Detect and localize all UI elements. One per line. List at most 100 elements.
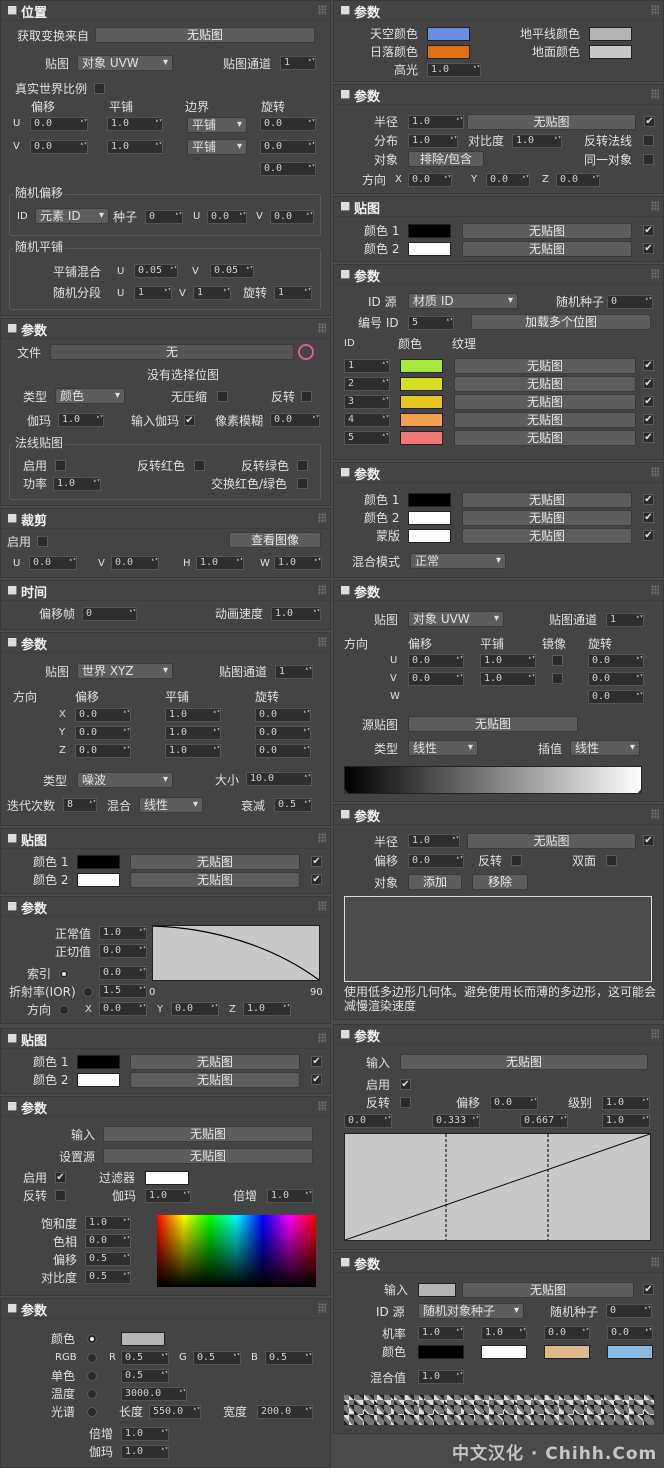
- ramp-flag-start-icon[interactable]: [344, 788, 349, 794]
- color-2-map-button[interactable]: 无贴图: [130, 1072, 300, 1088]
- mask-map-checkbox[interactable]: ✔: [643, 530, 654, 541]
- drag-grip-icon[interactable]: [651, 1257, 659, 1267]
- interpolation-dropdown[interactable]: 线性: [570, 740, 640, 756]
- double-sided-checkbox[interactable]: [606, 855, 617, 866]
- color-2-map-button[interactable]: 无贴图: [462, 510, 632, 526]
- segment-v-spinner[interactable]: 1: [193, 286, 231, 300]
- invert-checkbox[interactable]: [400, 1097, 411, 1108]
- tile-blend-v-spinner[interactable]: 0.05: [210, 264, 254, 278]
- z-rotation-spinner[interactable]: 0.0: [255, 744, 311, 758]
- spectrum-radio[interactable]: [87, 1407, 97, 1417]
- u-mirror-checkbox[interactable]: [552, 655, 563, 666]
- add-object-button[interactable]: 添加: [408, 874, 462, 890]
- radius-map-checkbox[interactable]: ✔: [643, 835, 654, 846]
- color-2-map-checkbox[interactable]: ✔: [643, 243, 654, 254]
- source-map-button[interactable]: 无贴图: [103, 1148, 313, 1164]
- file-path-button[interactable]: 无: [50, 344, 294, 360]
- highlight-spinner[interactable]: 1.0: [427, 63, 481, 77]
- flip-normals-checkbox[interactable]: [643, 135, 654, 146]
- g-spinner[interactable]: 0.5: [193, 1351, 241, 1365]
- z-offset-spinner[interactable]: 0.0: [75, 744, 131, 758]
- random-seed-spinner[interactable]: 0: [606, 1304, 652, 1318]
- input-map-button[interactable]: 无贴图: [400, 1054, 648, 1070]
- panel-header[interactable]: ■ 参数: [1, 319, 330, 339]
- color-1-map-checkbox[interactable]: ✔: [311, 1056, 322, 1067]
- offset-spinner[interactable]: 0.0: [408, 854, 464, 868]
- drag-grip-icon[interactable]: [651, 5, 659, 15]
- invert-checkbox[interactable]: [511, 855, 522, 866]
- id-spinner[interactable]: 3: [344, 395, 390, 409]
- drag-grip-icon[interactable]: [318, 585, 326, 595]
- flip-green-checkbox[interactable]: [297, 460, 308, 471]
- exclude-include-button[interactable]: 排除/包含: [408, 151, 484, 167]
- v-tile-spinner[interactable]: 1.0: [480, 672, 536, 686]
- no-compression-checkbox[interactable]: [217, 391, 228, 402]
- panel-header[interactable]: ■ 裁剪: [1, 509, 330, 529]
- remove-object-button[interactable]: 移除: [472, 874, 528, 890]
- panel-header[interactable]: ■ 参数: [334, 463, 663, 483]
- type-dropdown[interactable]: 颜色: [55, 388, 125, 404]
- index-spinner[interactable]: 0.0: [99, 966, 147, 980]
- id-source-dropdown[interactable]: 随机对象种子: [418, 1303, 524, 1319]
- ior-spinner[interactable]: 1.5: [99, 984, 147, 998]
- color-2-swatch[interactable]: [408, 242, 451, 256]
- u-offset-spinner[interactable]: 0.0: [408, 654, 464, 668]
- hue-spinner[interactable]: 0.0: [85, 1234, 131, 1248]
- drag-grip-icon[interactable]: [318, 1101, 326, 1111]
- anim-speed-spinner[interactable]: 1.0: [271, 607, 321, 621]
- invert-checkbox[interactable]: [55, 1190, 66, 1201]
- input-gamma-checkbox[interactable]: ✔: [184, 415, 195, 426]
- random-v-spinner[interactable]: 0.0: [270, 210, 314, 224]
- decay-spinner[interactable]: 0.5: [274, 798, 312, 812]
- map-dropdown[interactable]: 世界 XYZ: [77, 663, 173, 679]
- drag-grip-icon[interactable]: [318, 5, 326, 15]
- drag-grip-icon[interactable]: [318, 833, 326, 843]
- panel-header[interactable]: ■ 参数: [1, 897, 330, 917]
- tangent-spinner[interactable]: 0.0: [99, 944, 147, 958]
- blend-dropdown[interactable]: 线性: [139, 797, 203, 813]
- falloff-curve-graph[interactable]: [152, 925, 320, 981]
- z-tile-spinner[interactable]: 1.0: [165, 744, 221, 758]
- panel-header[interactable]: ■ 参数: [334, 1025, 663, 1045]
- color-1-swatch[interactable]: [77, 855, 120, 869]
- input-map-button[interactable]: 无贴图: [462, 1282, 634, 1298]
- color-2-swatch[interactable]: [77, 873, 120, 887]
- b-spinner[interactable]: 0.5: [265, 1351, 313, 1365]
- panel-header[interactable]: ■ 参数: [1, 1299, 330, 1319]
- y-tile-spinner[interactable]: 1.0: [165, 726, 221, 740]
- id-spinner[interactable]: 1: [344, 359, 390, 373]
- point-3-spinner[interactable]: 1.0: [602, 1114, 650, 1128]
- level-spinner[interactable]: 1.0: [602, 1096, 650, 1110]
- color-radio[interactable]: [87, 1334, 97, 1344]
- random-color-3-swatch[interactable]: [544, 1345, 590, 1359]
- u-rotation-spinner[interactable]: 0.0: [260, 117, 316, 131]
- channel-spinner[interactable]: 1: [280, 56, 316, 70]
- panel-header[interactable]: ■ 参数: [334, 265, 663, 285]
- color-1-map-button[interactable]: 无贴图: [462, 492, 632, 508]
- offset-spinner[interactable]: 0.5: [85, 1252, 131, 1266]
- probability-3-spinner[interactable]: 0.0: [544, 1326, 590, 1340]
- map-dropdown[interactable]: 对象 UVW: [408, 611, 504, 627]
- v-boundary-dropdown[interactable]: 平铺: [187, 139, 247, 155]
- u-offset-spinner[interactable]: 0.0: [30, 117, 88, 131]
- id-color-swatch[interactable]: [400, 413, 443, 427]
- width-spinner[interactable]: 200.0: [257, 1405, 313, 1419]
- panel-header[interactable]: ■ 参数: [334, 1253, 663, 1273]
- power-spinner[interactable]: 1.0: [53, 477, 101, 491]
- real-world-scale-checkbox[interactable]: [94, 83, 105, 94]
- id-map-button[interactable]: 无贴图: [454, 376, 636, 392]
- id-map-checkbox[interactable]: ✔: [643, 396, 654, 407]
- y-offset-spinner[interactable]: 0.0: [75, 726, 131, 740]
- u-boundary-dropdown[interactable]: 平铺: [187, 117, 247, 133]
- source-map-button[interactable]: 无贴图: [408, 716, 578, 732]
- drag-grip-icon[interactable]: [651, 1029, 659, 1039]
- dir-x-spinner[interactable]: 0.0: [99, 1002, 147, 1016]
- probability-2-spinner[interactable]: 1.0: [481, 1326, 527, 1340]
- multiplier-spinner[interactable]: 1.0: [121, 1427, 169, 1441]
- sky-color-swatch[interactable]: [427, 27, 470, 41]
- id-map-button[interactable]: 无贴图: [454, 394, 636, 410]
- v-mirror-checkbox[interactable]: [552, 673, 563, 684]
- id-source-dropdown[interactable]: 材质 ID: [408, 293, 518, 309]
- gamma-spinner[interactable]: 1.0: [58, 413, 104, 427]
- dir-z-spinner[interactable]: 1.0: [243, 1002, 291, 1016]
